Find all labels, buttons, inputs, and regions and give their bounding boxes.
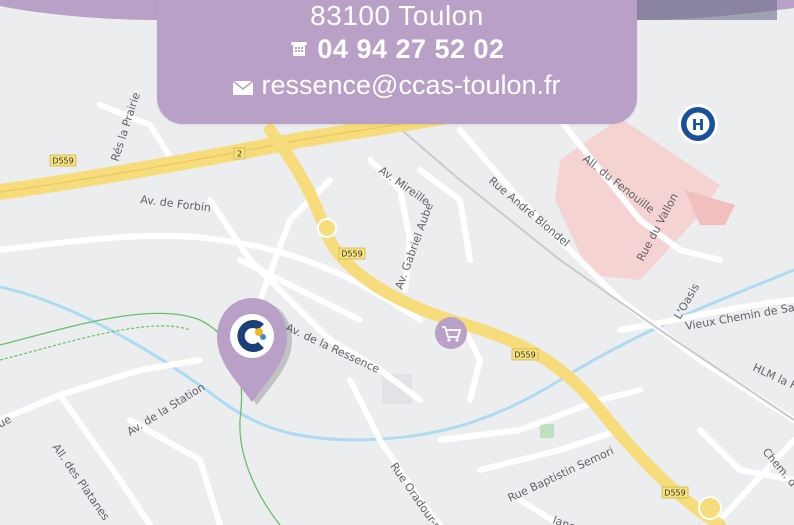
phone-icon: [289, 35, 309, 66]
roundabout-2: [698, 496, 722, 520]
hospital-icon[interactable]: H: [678, 104, 718, 144]
email-address: ressence@ccas-toulon.fr: [261, 70, 561, 100]
city-line: 83100 Toulon: [310, 0, 484, 31]
header-photo: [637, 0, 777, 20]
svg-text:D559: D559: [341, 250, 362, 259]
park-square: [540, 424, 554, 438]
svg-text:H: H: [692, 116, 705, 134]
route-shield-d559-c: D559: [511, 348, 539, 361]
phone-line[interactable]: 04 94 27 52 02: [157, 34, 637, 66]
svg-text:D559: D559: [664, 489, 685, 498]
route-shield-2: 2: [233, 147, 246, 160]
svg-text:D559: D559: [52, 157, 73, 166]
contact-card: 83100 Toulon 04 94 27 52 02 ressence@cca…: [157, 0, 637, 124]
envelope-icon: [232, 71, 254, 102]
phone-number: 04 94 27 52 02: [317, 34, 505, 64]
route-shield-d559-d: D559: [661, 486, 689, 499]
shopping-cart-icon[interactable]: [435, 317, 467, 349]
roundabout: [317, 218, 337, 238]
route-shield-d559-a: D559: [49, 154, 77, 167]
ccas-logo-icon: [230, 314, 274, 358]
svg-text:D559: D559: [514, 351, 535, 360]
route-shield-d559-b: D559: [338, 247, 366, 260]
svg-text:2: 2: [237, 150, 242, 159]
email-line[interactable]: ressence@ccas-toulon.fr: [157, 70, 637, 102]
